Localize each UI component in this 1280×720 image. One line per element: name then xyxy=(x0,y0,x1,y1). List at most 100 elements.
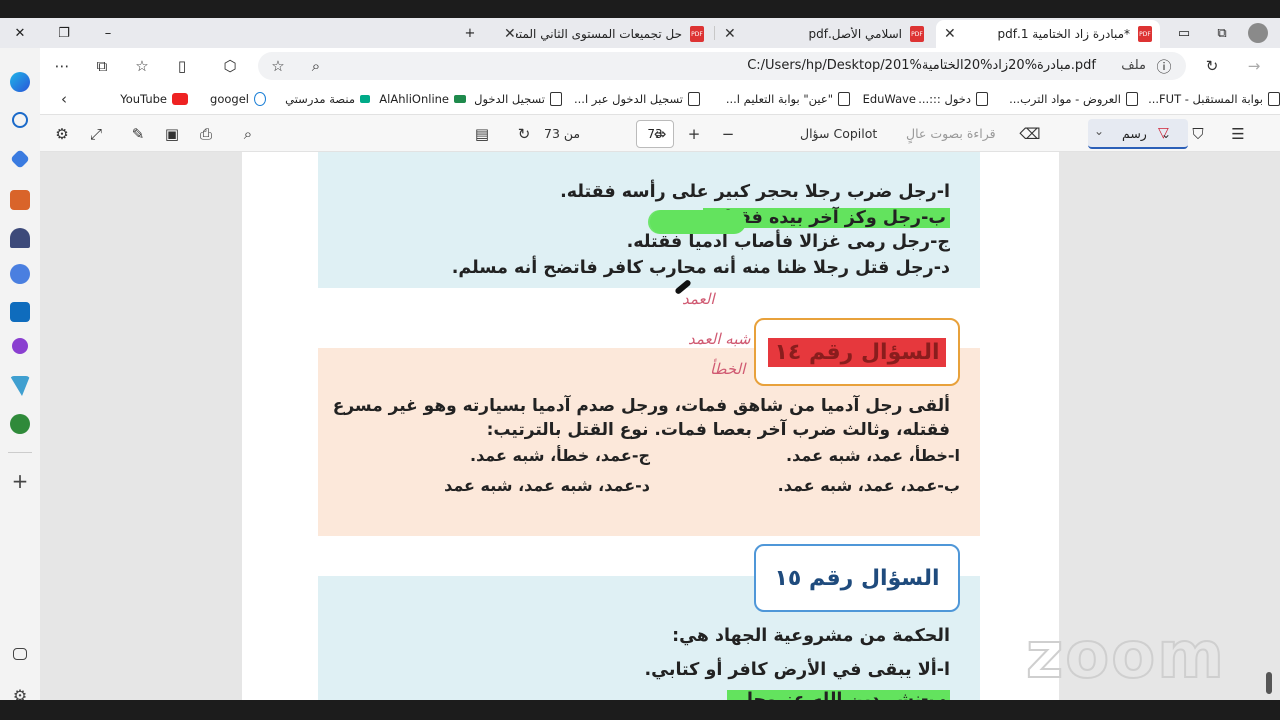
url-text[interactable]: C:/Users/hp/Desktop/201%مبادرة%20زاد%20ا… xyxy=(747,58,1096,73)
bookmark-item[interactable]: بوابة المستقبل - FUT... xyxy=(1148,90,1280,108)
save-icon[interactable]: ▣ xyxy=(162,124,182,144)
tab-separator xyxy=(714,26,715,40)
forward-icon[interactable]: → xyxy=(1244,56,1264,76)
q15-option-b: ب-نشر دين الله عز وجل. xyxy=(727,690,950,700)
question-14-title: السؤال رقم ١٤ xyxy=(768,337,946,367)
tab-close-icon[interactable]: ✕ xyxy=(944,26,956,42)
contents-icon[interactable]: ☰ xyxy=(1228,124,1248,144)
tab-2[interactable]: PDF اسلامي الأصل.pdf ✕ xyxy=(716,20,932,48)
designer-icon[interactable] xyxy=(12,338,28,354)
address-bar[interactable]: ☆ ⌕ C:/Users/hp/Desktop/201%مبادرة%20زاد… xyxy=(258,52,1186,80)
print-icon[interactable]: ⎙ xyxy=(196,124,216,144)
zoom-icon[interactable]: ⌕ xyxy=(306,56,326,76)
tab-title: اسلامي الأصل.pdf xyxy=(808,27,902,41)
extensions-icon[interactable]: ⬡ xyxy=(220,56,240,76)
edge-sidebar: + ⚙ xyxy=(0,48,40,705)
q14-option-a: ا-خطأ، عمد، شبه عمد. xyxy=(786,446,960,465)
sidebar-divider xyxy=(8,452,32,453)
page-view-icon[interactable]: ▤ xyxy=(472,124,492,144)
read-aloud-button[interactable]: قراءة بصوت عالٍ xyxy=(906,126,996,141)
draw-label: رسم xyxy=(1122,126,1147,141)
zoom-out-icon[interactable]: − xyxy=(718,124,738,144)
outlook-icon[interactable] xyxy=(10,302,30,322)
page-icon xyxy=(976,92,988,106)
copilot-icon[interactable] xyxy=(10,72,30,92)
navigation-bar: ⋯ ⧉ ☆ ▯ ⬡ ☆ ⌕ C:/Users/hp/Desktop/201%مب… xyxy=(0,48,1280,84)
rotate-icon[interactable]: ↻ xyxy=(514,124,534,144)
search-icon[interactable] xyxy=(12,112,28,128)
bookmark-item[interactable]: العروض - مواد الترب... xyxy=(1009,90,1138,108)
highlighter-icon[interactable]: ⛉ xyxy=(1188,124,1208,144)
fullscreen-icon[interactable]: ⤢ xyxy=(86,124,106,144)
page-icon xyxy=(550,92,562,106)
fit-width-icon[interactable]: ⇔ xyxy=(650,124,670,144)
chevron-down-icon[interactable]: ⌄ xyxy=(1094,124,1104,138)
q14-option-c: ج-عمد، خطأ، شبه عمد. xyxy=(469,446,650,465)
q13-option-c: ج-رجل رمى غزالا فأصاب آدميا فقتله. xyxy=(626,232,950,252)
madrasati-icon xyxy=(360,95,370,103)
chevron-down-icon[interactable]: ⌄ xyxy=(1156,124,1176,144)
shopping-tag-icon[interactable] xyxy=(10,149,30,169)
tree-icon[interactable] xyxy=(10,414,30,434)
restore-window-icon[interactable]: ❐ xyxy=(44,18,84,48)
refresh-icon[interactable]: ↻ xyxy=(1202,56,1222,76)
new-tab-button[interactable]: + xyxy=(450,18,490,48)
bookmark-item[interactable]: YouTube xyxy=(120,90,188,108)
youtube-icon xyxy=(172,93,188,105)
tab-3[interactable]: PDF حل تجميعات المستوى الثاني المتعـ ✕ xyxy=(496,20,712,48)
tab-actions-icon[interactable]: ▭ xyxy=(1164,18,1204,48)
pdf-settings-icon[interactable]: ⚙ xyxy=(52,124,72,144)
eraser-icon[interactable]: ⌫ xyxy=(1019,124,1040,144)
pdf-viewer[interactable]: ا-رجل ضرب رجلا بحجر كبير على رأسه فقتله.… xyxy=(40,152,1280,700)
bookmark-item[interactable]: AlAhliOnline xyxy=(379,90,466,108)
minimize-window-icon[interactable]: – xyxy=(88,18,128,48)
more-menu-icon[interactable]: ⋯ xyxy=(52,56,72,76)
add-icon[interactable]: + xyxy=(10,471,30,492)
tools-icon[interactable] xyxy=(10,190,30,210)
workspaces-icon[interactable]: ⧉ xyxy=(1202,18,1242,48)
handwritten-note-2: شبه العمد xyxy=(688,330,751,348)
bookmark-item[interactable]: EduWave xyxy=(863,90,916,108)
info-icon[interactable]: ⓘ xyxy=(1154,56,1174,76)
save-as-icon[interactable]: ✎ xyxy=(128,124,148,144)
collections-icon[interactable]: ⧉ xyxy=(92,56,112,76)
scrollbar-thumb[interactable] xyxy=(1266,672,1272,694)
bookmark-item[interactable]: "عين" بوابة التعليم ا... xyxy=(726,90,850,108)
favorite-star-icon[interactable]: ☆ xyxy=(268,56,288,76)
split-screen-icon[interactable]: ▯ xyxy=(172,56,192,76)
question-13-panel: ا-رجل ضرب رجلا بحجر كبير على رأسه فقتله.… xyxy=(318,152,980,288)
tab-close-icon[interactable]: ✕ xyxy=(724,26,736,42)
bookmark-item[interactable]: googel xyxy=(210,90,266,108)
pdf-icon: PDF xyxy=(910,26,924,42)
question-15-title-box: السؤال رقم ١٥ xyxy=(754,544,960,612)
q14-option-b: ب-عمد، عمد، شبه عمد. xyxy=(777,476,960,495)
close-window-icon[interactable]: ✕ xyxy=(0,18,40,48)
bookmark-item[interactable]: تسجيل الدخول xyxy=(474,90,562,108)
bookmark-item[interactable]: تسجيل الدخول عبر ا... xyxy=(574,90,700,108)
games-icon[interactable] xyxy=(10,228,30,248)
profile-avatar[interactable] xyxy=(1238,18,1278,48)
microsoft365-icon[interactable] xyxy=(10,264,30,284)
zoom-in-icon[interactable]: + xyxy=(684,124,704,144)
tab-1-active[interactable]: PDF *مبادرة زاد الختامية 1.pdf ✕ xyxy=(936,20,1160,48)
ask-copilot-button[interactable]: سؤال Copilot xyxy=(800,126,877,141)
q14-stem-line-1: ألقى رجل آدميا من شاهق فمات، ورجل صدم آد… xyxy=(332,396,950,416)
q14-option-d: د-عمد، شبه عمد، شبه عمد xyxy=(444,476,650,495)
q15-option-a: ا-ألا يبقى في الأرض كافر أو كتابي. xyxy=(644,660,950,680)
bookmark-item[interactable]: منصة مدرستي xyxy=(285,90,370,108)
find-icon[interactable]: ⌕ xyxy=(238,124,258,144)
tab-title: *مبادرة زاد الختامية 1.pdf xyxy=(997,27,1130,41)
pdf-icon: PDF xyxy=(1138,26,1152,42)
title-bar: ✕ ❐ – + PDF حل تجميعات المستوى الثاني ال… xyxy=(0,18,1280,48)
chevron-left-icon[interactable]: ‹ xyxy=(54,89,74,109)
tab-close-icon[interactable]: ✕ xyxy=(504,26,516,42)
sidebar-toggle-icon[interactable] xyxy=(13,648,27,660)
screen: ✕ ❐ – + PDF حل تجميعات المستوى الثاني ال… xyxy=(0,0,1280,720)
drop-icon[interactable] xyxy=(10,376,30,396)
bookmark-item[interactable]: دخول :::... xyxy=(918,90,988,108)
favorites-icon[interactable]: ☆ xyxy=(132,56,152,76)
file-label: ملف xyxy=(1121,58,1146,73)
page-icon xyxy=(1268,92,1280,106)
page-icon xyxy=(688,92,700,106)
page-icon xyxy=(838,92,850,106)
